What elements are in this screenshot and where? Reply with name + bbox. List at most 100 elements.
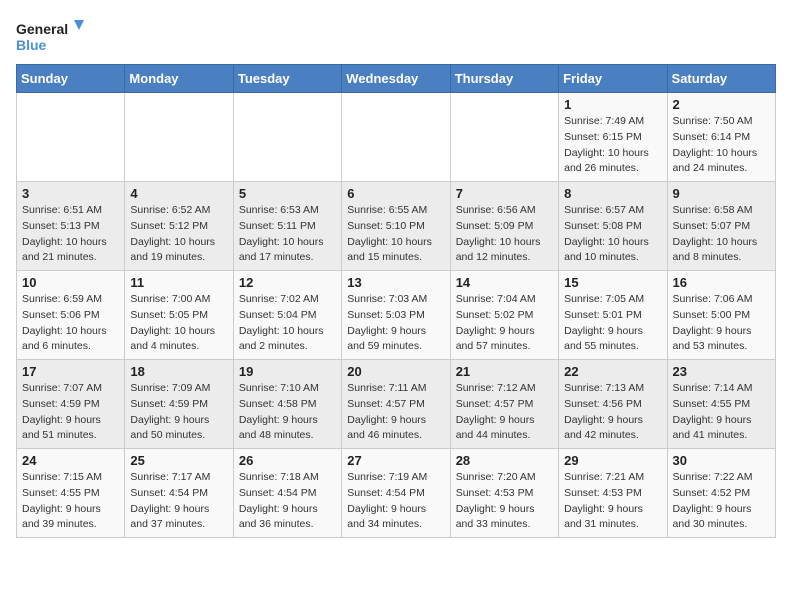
day-number: 20: [347, 364, 444, 379]
day-number: 3: [22, 186, 119, 201]
day-number: 23: [673, 364, 770, 379]
day-info: Sunrise: 6:56 AM Sunset: 5:09 PM Dayligh…: [456, 203, 553, 266]
calendar-cell: 4 Sunrise: 6:52 AM Sunset: 5:12 PM Daylig…: [125, 182, 233, 271]
calendar-cell: 7 Sunrise: 6:56 AM Sunset: 5:09 PM Daylig…: [450, 182, 558, 271]
day-number: 8: [564, 186, 661, 201]
day-number: 6: [347, 186, 444, 201]
calendar-cell: 19Sunrise: 7:10 AM Sunset: 4:58 PM Dayli…: [233, 360, 341, 449]
day-info: Sunrise: 7:06 AM Sunset: 5:00 PM Dayligh…: [673, 292, 770, 355]
svg-text:Blue: Blue: [16, 37, 47, 53]
calendar-cell: 17Sunrise: 7:07 AM Sunset: 4:59 PM Dayli…: [17, 360, 125, 449]
day-number: 22: [564, 364, 661, 379]
calendar-cell: 21 Sunrise: 7:12 AM Sunset: 4:57 PM Dayli…: [450, 360, 558, 449]
calendar-cell: 20 Sunrise: 7:11 AM Sunset: 4:57 PM Dayli…: [342, 360, 450, 449]
calendar-cell: 25 Sunrise: 7:17 AM Sunset: 4:54 PM Dayli…: [125, 449, 233, 538]
week-row-1: 1 Sunrise: 7:49 AM Sunset: 6:15 PM Daylig…: [17, 93, 776, 182]
day-info: Sunrise: 7:05 AM Sunset: 5:01 PM Dayligh…: [564, 292, 661, 355]
day-info: Sunrise: 7:19 AM Sunset: 4:54 PM Dayligh…: [347, 470, 444, 533]
calendar-cell: [17, 93, 125, 182]
week-row-5: 24Sunrise: 7:15 AM Sunset: 4:55 PM Dayli…: [17, 449, 776, 538]
day-info: Sunrise: 6:58 AM Sunset: 5:07 PM Dayligh…: [673, 203, 770, 266]
calendar-cell: 13Sunrise: 7:03 AM Sunset: 5:03 PM Dayli…: [342, 271, 450, 360]
calendar-cell: 1 Sunrise: 7:49 AM Sunset: 6:15 PM Daylig…: [559, 93, 667, 182]
weekday-header-tuesday: Tuesday: [233, 65, 341, 93]
calendar-cell: 16Sunrise: 7:06 AM Sunset: 5:00 PM Dayli…: [667, 271, 775, 360]
calendar-cell: 5 Sunrise: 6:53 AM Sunset: 5:11 PM Daylig…: [233, 182, 341, 271]
week-row-2: 3 Sunrise: 6:51 AM Sunset: 5:13 PM Daylig…: [17, 182, 776, 271]
day-info: Sunrise: 7:12 AM Sunset: 4:57 PM Dayligh…: [456, 381, 553, 444]
day-info: Sunrise: 6:51 AM Sunset: 5:13 PM Dayligh…: [22, 203, 119, 266]
calendar-cell: 11 Sunrise: 7:00 AM Sunset: 5:05 PM Dayli…: [125, 271, 233, 360]
logo: GeneralBlue: [16, 16, 86, 56]
calendar-cell: 3 Sunrise: 6:51 AM Sunset: 5:13 PM Daylig…: [17, 182, 125, 271]
day-info: Sunrise: 7:22 AM Sunset: 4:52 PM Dayligh…: [673, 470, 770, 533]
weekday-header-thursday: Thursday: [450, 65, 558, 93]
weekday-header-saturday: Saturday: [667, 65, 775, 93]
header: GeneralBlue: [16, 16, 776, 56]
day-info: Sunrise: 7:04 AM Sunset: 5:02 PM Dayligh…: [456, 292, 553, 355]
day-number: 13: [347, 275, 444, 290]
day-number: 18: [130, 364, 227, 379]
day-info: Sunrise: 7:14 AM Sunset: 4:55 PM Dayligh…: [673, 381, 770, 444]
calendar-cell: [342, 93, 450, 182]
day-number: 30: [673, 453, 770, 468]
calendar-cell: 28 Sunrise: 7:20 AM Sunset: 4:53 PM Dayli…: [450, 449, 558, 538]
day-number: 29: [564, 453, 661, 468]
weekday-header-sunday: Sunday: [17, 65, 125, 93]
day-info: Sunrise: 6:52 AM Sunset: 5:12 PM Dayligh…: [130, 203, 227, 266]
week-row-4: 17Sunrise: 7:07 AM Sunset: 4:59 PM Dayli…: [17, 360, 776, 449]
svg-text:General: General: [16, 21, 68, 37]
day-number: 7: [456, 186, 553, 201]
calendar-table: SundayMondayTuesdayWednesdayThursdayFrid…: [16, 64, 776, 538]
day-number: 15: [564, 275, 661, 290]
calendar-cell: 10 Sunrise: 6:59 AM Sunset: 5:06 PM Dayli…: [17, 271, 125, 360]
calendar-cell: 15 Sunrise: 7:05 AM Sunset: 5:01 PM Dayli…: [559, 271, 667, 360]
day-number: 1: [564, 97, 661, 112]
day-info: Sunrise: 7:50 AM Sunset: 6:14 PM Dayligh…: [673, 114, 770, 177]
day-info: Sunrise: 7:20 AM Sunset: 4:53 PM Dayligh…: [456, 470, 553, 533]
day-number: 17: [22, 364, 119, 379]
day-number: 14: [456, 275, 553, 290]
day-number: 5: [239, 186, 336, 201]
day-number: 4: [130, 186, 227, 201]
calendar-cell: 8 Sunrise: 6:57 AM Sunset: 5:08 PM Daylig…: [559, 182, 667, 271]
day-info: Sunrise: 6:57 AM Sunset: 5:08 PM Dayligh…: [564, 203, 661, 266]
day-info: Sunrise: 7:00 AM Sunset: 5:05 PM Dayligh…: [130, 292, 227, 355]
calendar-cell: 2Sunrise: 7:50 AM Sunset: 6:14 PM Daylig…: [667, 93, 775, 182]
day-number: 11: [130, 275, 227, 290]
calendar-cell: 12Sunrise: 7:02 AM Sunset: 5:04 PM Dayli…: [233, 271, 341, 360]
day-number: 25: [130, 453, 227, 468]
calendar-cell: 14 Sunrise: 7:04 AM Sunset: 5:02 PM Dayli…: [450, 271, 558, 360]
calendar-cell: 30 Sunrise: 7:22 AM Sunset: 4:52 PM Dayli…: [667, 449, 775, 538]
day-number: 28: [456, 453, 553, 468]
day-number: 27: [347, 453, 444, 468]
day-number: 9: [673, 186, 770, 201]
calendar-cell: 27 Sunrise: 7:19 AM Sunset: 4:54 PM Dayli…: [342, 449, 450, 538]
day-info: Sunrise: 7:10 AM Sunset: 4:58 PM Dayligh…: [239, 381, 336, 444]
day-info: Sunrise: 6:53 AM Sunset: 5:11 PM Dayligh…: [239, 203, 336, 266]
day-number: 10: [22, 275, 119, 290]
calendar-cell: 29Sunrise: 7:21 AM Sunset: 4:53 PM Dayli…: [559, 449, 667, 538]
calendar-cell: 22Sunrise: 7:13 AM Sunset: 4:56 PM Dayli…: [559, 360, 667, 449]
day-number: 21: [456, 364, 553, 379]
day-info: Sunrise: 7:17 AM Sunset: 4:54 PM Dayligh…: [130, 470, 227, 533]
day-info: Sunrise: 7:11 AM Sunset: 4:57 PM Dayligh…: [347, 381, 444, 444]
calendar-cell: [450, 93, 558, 182]
calendar-cell: 18 Sunrise: 7:09 AM Sunset: 4:59 PM Dayli…: [125, 360, 233, 449]
weekday-header-wednesday: Wednesday: [342, 65, 450, 93]
calendar-cell: 9 Sunrise: 6:58 AM Sunset: 5:07 PM Daylig…: [667, 182, 775, 271]
weekday-header-row: SundayMondayTuesdayWednesdayThursdayFrid…: [17, 65, 776, 93]
day-number: 26: [239, 453, 336, 468]
weekday-header-friday: Friday: [559, 65, 667, 93]
calendar-cell: [233, 93, 341, 182]
calendar-cell: 26 Sunrise: 7:18 AM Sunset: 4:54 PM Dayli…: [233, 449, 341, 538]
day-info: Sunrise: 7:09 AM Sunset: 4:59 PM Dayligh…: [130, 381, 227, 444]
day-info: Sunrise: 7:02 AM Sunset: 5:04 PM Dayligh…: [239, 292, 336, 355]
day-info: Sunrise: 7:18 AM Sunset: 4:54 PM Dayligh…: [239, 470, 336, 533]
calendar-cell: 24Sunrise: 7:15 AM Sunset: 4:55 PM Dayli…: [17, 449, 125, 538]
calendar-cell: 23 Sunrise: 7:14 AM Sunset: 4:55 PM Dayli…: [667, 360, 775, 449]
day-info: Sunrise: 6:59 AM Sunset: 5:06 PM Dayligh…: [22, 292, 119, 355]
weekday-header-monday: Monday: [125, 65, 233, 93]
day-info: Sunrise: 7:49 AM Sunset: 6:15 PM Dayligh…: [564, 114, 661, 177]
logo-svg: GeneralBlue: [16, 16, 86, 56]
